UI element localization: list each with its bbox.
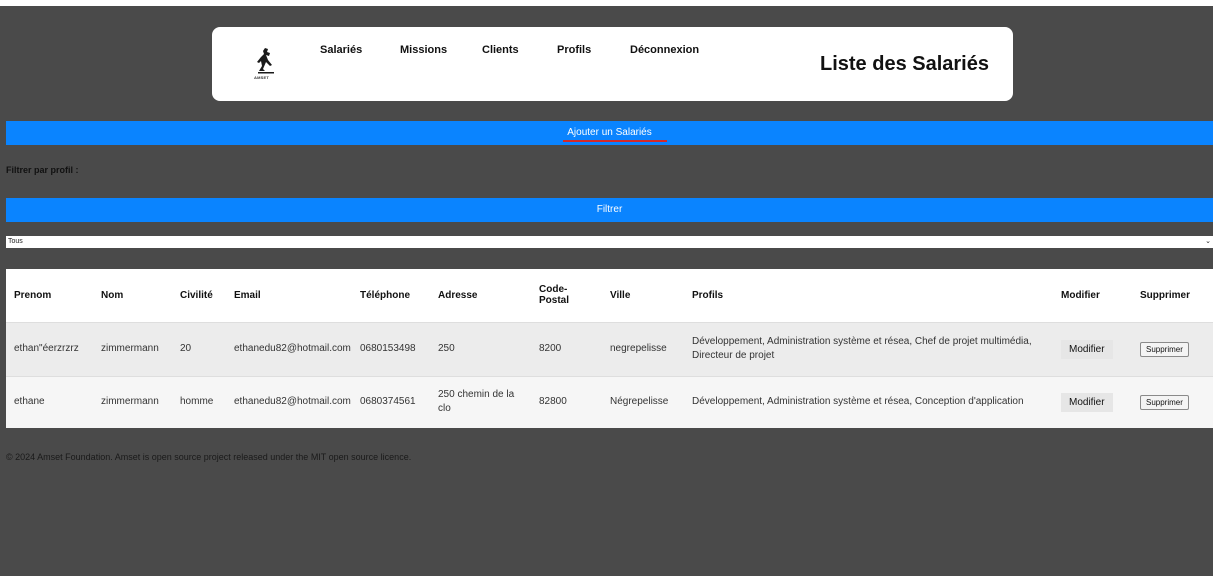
table-header-row: Prenom Nom Civilité Email Téléphone Adre… (6, 269, 1213, 322)
top-strip (0, 0, 1213, 6)
header-civilite: Civilité (180, 289, 213, 301)
employees-table-wrap: Prenom Nom Civilité Email Téléphone Adre… (6, 269, 1213, 428)
cell-supprimer: Supprimer (1132, 322, 1213, 376)
cell-ville: negrepelisse (610, 343, 667, 354)
profile-select[interactable]: Tous ⌄ (6, 236, 1213, 248)
add-link-underline (563, 140, 667, 142)
cell-code-postal: 82800 (539, 396, 567, 408)
header-prenom: Prenom (14, 289, 52, 301)
cell-civilite: 20 (180, 343, 192, 354)
nav-missions[interactable]: Missions (400, 44, 447, 56)
cell-modifier: Modifier (1053, 322, 1132, 376)
modify-button[interactable]: Modifier (1061, 392, 1113, 412)
table-row: ethan"éerzrzrz zimmermann 20 ethanedu82@… (6, 322, 1213, 376)
nav-profils[interactable]: Profils (557, 44, 591, 56)
header-supprimer: Supprimer (1140, 289, 1191, 301)
cell-supprimer: Supprimer (1132, 376, 1213, 428)
table-row: ethane zimmermann homme ethanedu82@hotma… (6, 376, 1213, 428)
cell-nom: zimmermann (101, 396, 159, 408)
nav-salaries[interactable]: Salariés (320, 44, 362, 56)
cell-adresse: 250 chemin de la clo (438, 389, 515, 415)
delete-button[interactable]: Supprimer (1140, 394, 1189, 410)
cell-nom: zimmermann (101, 343, 159, 354)
footer-copyright: © 2024 Amset Foundation. Amset is open s… (6, 452, 412, 462)
chevron-down-icon: ⌄ (1205, 238, 1211, 245)
logo-caption: AMSET (254, 75, 269, 80)
cell-telephone: 0680153498 (360, 343, 416, 354)
cell-prenom: ethan"éerzrzrz (14, 343, 79, 354)
cell-email: ethanedu82@hotmail.com (234, 343, 351, 354)
nav-clients[interactable]: Clients (482, 44, 519, 56)
cell-prenom: ethane (14, 396, 45, 408)
modify-button[interactable]: Modifier (1061, 339, 1113, 359)
header-card: AMSET Salariés Missions Clients Profils … (212, 27, 1013, 101)
cell-adresse: 250 (438, 343, 455, 354)
employees-table: Prenom Nom Civilité Email Téléphone Adre… (6, 269, 1213, 428)
cell-telephone: 0680374561 (360, 396, 416, 408)
header-email: Email (234, 289, 261, 301)
cell-modifier: Modifier (1053, 376, 1132, 428)
filter-button[interactable]: Filtrer (6, 198, 1213, 222)
page-title: Liste des Salariés (820, 53, 989, 75)
cell-civilite: homme (180, 396, 214, 408)
cell-profils: Développement, Administration système et… (692, 336, 1032, 361)
filter-label: Filtrer par profil : (6, 165, 79, 175)
header-code-postal: Code-Postal (539, 284, 570, 307)
amset-logo-icon[interactable] (256, 47, 276, 75)
header-modifier: Modifier (1061, 289, 1100, 301)
header-telephone: Téléphone (360, 289, 411, 301)
delete-button[interactable]: Supprimer (1140, 341, 1189, 357)
cell-code-postal: 8200 (539, 343, 562, 354)
nav-deconnexion[interactable]: Déconnexion (630, 44, 699, 56)
header-nom: Nom (101, 289, 124, 301)
cell-profils: Développement, Administration système et… (692, 396, 1024, 408)
header-ville: Ville (610, 289, 631, 301)
cell-email: ethanedu82@hotmail.com (234, 396, 351, 408)
header-profils: Profils (692, 289, 724, 301)
cell-ville: Négrepelisse (610, 396, 669, 408)
profile-select-value: Tous (8, 238, 23, 245)
header-adresse: Adresse (438, 289, 478, 301)
